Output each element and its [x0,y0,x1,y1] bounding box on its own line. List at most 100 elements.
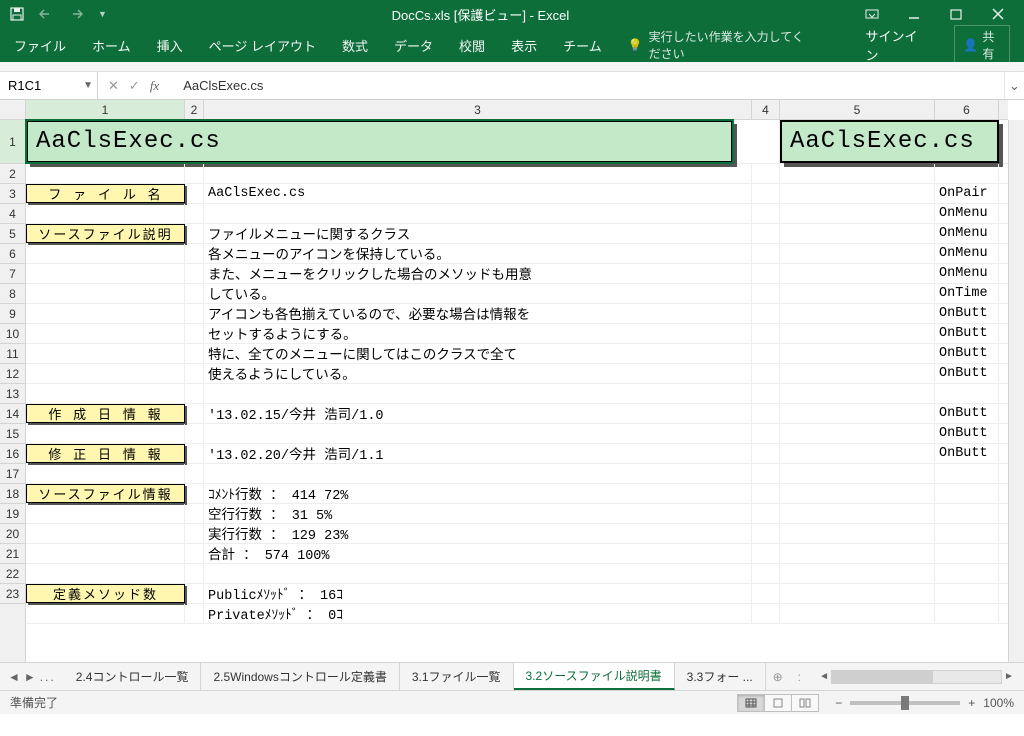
name-box[interactable]: R1C1 ▼ [0,72,98,99]
label-source-desc[interactable]: ソースファイル説明 [26,224,185,243]
save-icon[interactable] [10,7,24,21]
tab-file[interactable]: ファイル [14,36,66,55]
sheet-tab[interactable]: 3.1ファイル一覧 [400,663,514,690]
tell-me-search[interactable]: 💡 実行したい作業を入力してください [628,28,814,62]
cell[interactable] [26,164,185,183]
row-header[interactable]: 11 [0,344,25,364]
fx-icon[interactable]: fx [150,78,159,94]
cell[interactable]: ファイルメニューに関するクラス [204,224,752,243]
col-header[interactable]: 2 [185,100,204,119]
tab-data[interactable]: データ [394,36,433,55]
cell[interactable]: 使えるようにしている。 [204,364,752,383]
tab-formulas[interactable]: 数式 [342,36,368,55]
tab-home[interactable]: ホーム [92,36,131,55]
row-header[interactable]: 8 [0,284,25,304]
row-header[interactable]: 9 [0,304,25,324]
row-header[interactable]: 4 [0,204,25,224]
row-header[interactable]: 3 [0,184,25,204]
cell[interactable]: Publicﾒｿｯﾄﾞ ： 16ｺ [204,584,752,603]
maximize-icon[interactable] [938,4,974,24]
sheet-tab[interactable]: 3.3フォー ... [675,663,766,690]
row-header[interactable]: 10 [0,324,25,344]
page-layout-view-icon[interactable] [764,694,792,712]
sheet-nav-next-icon[interactable]: ► [24,670,36,684]
cell[interactable]: OnButt [935,304,999,323]
zoom-slider[interactable] [850,701,960,705]
cell[interactable]: ｺﾒﾝﾄ行数 ： 414 72% [204,484,752,503]
cell[interactable]: 合計 ： 574 100% [204,544,752,563]
zoom-level[interactable]: 100% [983,696,1014,710]
label-method-count[interactable]: 定義メソッド数 [26,584,185,603]
sheet-nav-ellipsis[interactable]: ... [40,670,56,684]
row-header[interactable]: 6 [0,244,25,264]
col-header[interactable]: 6 [935,100,999,119]
add-sheet-button[interactable]: ⊕ [766,670,790,684]
row-header[interactable]: 5 [0,224,25,244]
redo-icon[interactable] [68,8,84,20]
zoom-in-button[interactable]: + [968,696,975,710]
formula-input[interactable]: AaClsExec.cs [177,78,1004,93]
row-header[interactable]: 23 [0,584,25,604]
cell-title-5[interactable]: AaClsExec.cs [780,120,999,163]
cell[interactable]: 各メニューのアイコンを保持している。 [204,244,752,263]
cell[interactable]: OnButt [935,404,999,423]
cell[interactable]: OnButt [935,424,999,443]
cell[interactable]: 特に、全てのメニューに関してはこのクラスで全て [204,344,752,363]
row-header[interactable]: 15 [0,424,25,444]
cell[interactable]: セットするようにする。 [204,324,752,343]
col-header[interactable]: 5 [780,100,935,119]
cell[interactable]: OnButt [935,364,999,383]
normal-view-icon[interactable] [737,694,765,712]
zoom-out-button[interactable]: − [835,696,842,710]
row-header[interactable]: 1 [0,120,25,164]
row-header[interactable]: 22 [0,564,25,584]
undo-icon[interactable] [38,8,54,20]
cell[interactable]: OnMenu [935,244,999,263]
scroll-left-icon[interactable]: ◄ [817,670,831,684]
row-header[interactable]: 20 [0,524,25,544]
tab-insert[interactable]: 挿入 [157,36,183,55]
row-header[interactable]: 16 [0,444,25,464]
scroll-right-icon[interactable]: ► [1002,670,1016,684]
sheet-tab[interactable]: 2.5Windowsコントロール定義書 [201,663,399,690]
cells-area[interactable]: AaClsExec.cs AaClsExec.cs フ ァ イ ル 名AaCls… [26,120,1008,662]
row-header[interactable]: 21 [0,544,25,564]
row-header[interactable]: 12 [0,364,25,384]
cell[interactable]: OnMenu [935,224,999,243]
minimize-icon[interactable] [896,4,932,24]
cell[interactable]: OnButt [935,344,999,363]
tab-page-layout[interactable]: ページ レイアウト [209,36,316,55]
cell[interactable]: '13.02.15/今井 浩司/1.0 [204,404,752,423]
row-header[interactable]: 13 [0,384,25,404]
cell[interactable]: OnMenu [935,204,999,223]
select-all-triangle[interactable] [0,100,26,120]
row-header[interactable]: 2 [0,164,25,184]
vertical-scrollbar[interactable] [1008,120,1024,662]
horizontal-scrollbar[interactable]: ◄ ► [809,670,1024,684]
cell[interactable]: している。 [204,284,752,303]
cancel-icon[interactable]: ✕ [108,78,119,94]
close-icon[interactable] [980,4,1016,24]
cell[interactable]: OnButt [935,444,999,463]
cell[interactable]: AaClsExec.cs [204,184,752,203]
cell[interactable]: OnMenu [935,264,999,283]
sheet-tab-active[interactable]: 3.2ソースファイル説明書 [514,663,675,690]
cell[interactable]: OnPair [935,184,999,203]
row-header[interactable]: 14 [0,404,25,424]
tab-team[interactable]: チーム [563,36,602,55]
qat-dropdown-icon[interactable]: ▼ [98,9,107,19]
share-button[interactable]: 👤 共有 [954,25,1010,65]
label-modified[interactable]: 修 正 日 情 報 [26,444,185,463]
signin-link[interactable]: サインイン [865,26,922,64]
sheet-nav-prev-icon[interactable]: ◄ [8,670,20,684]
row-header[interactable]: 17 [0,464,25,484]
formula-expand-icon[interactable]: ⌄ [1004,72,1024,99]
tab-view[interactable]: 表示 [511,36,537,55]
cell[interactable] [733,120,780,163]
label-source-info[interactable]: ソースファイル情報 [26,484,185,503]
row-header[interactable]: 19 [0,504,25,524]
chevron-down-icon[interactable]: ▼ [83,80,93,91]
row-header[interactable]: 18 [0,484,25,504]
tab-review[interactable]: 校閲 [459,36,485,55]
enter-icon[interactable]: ✓ [129,78,140,94]
